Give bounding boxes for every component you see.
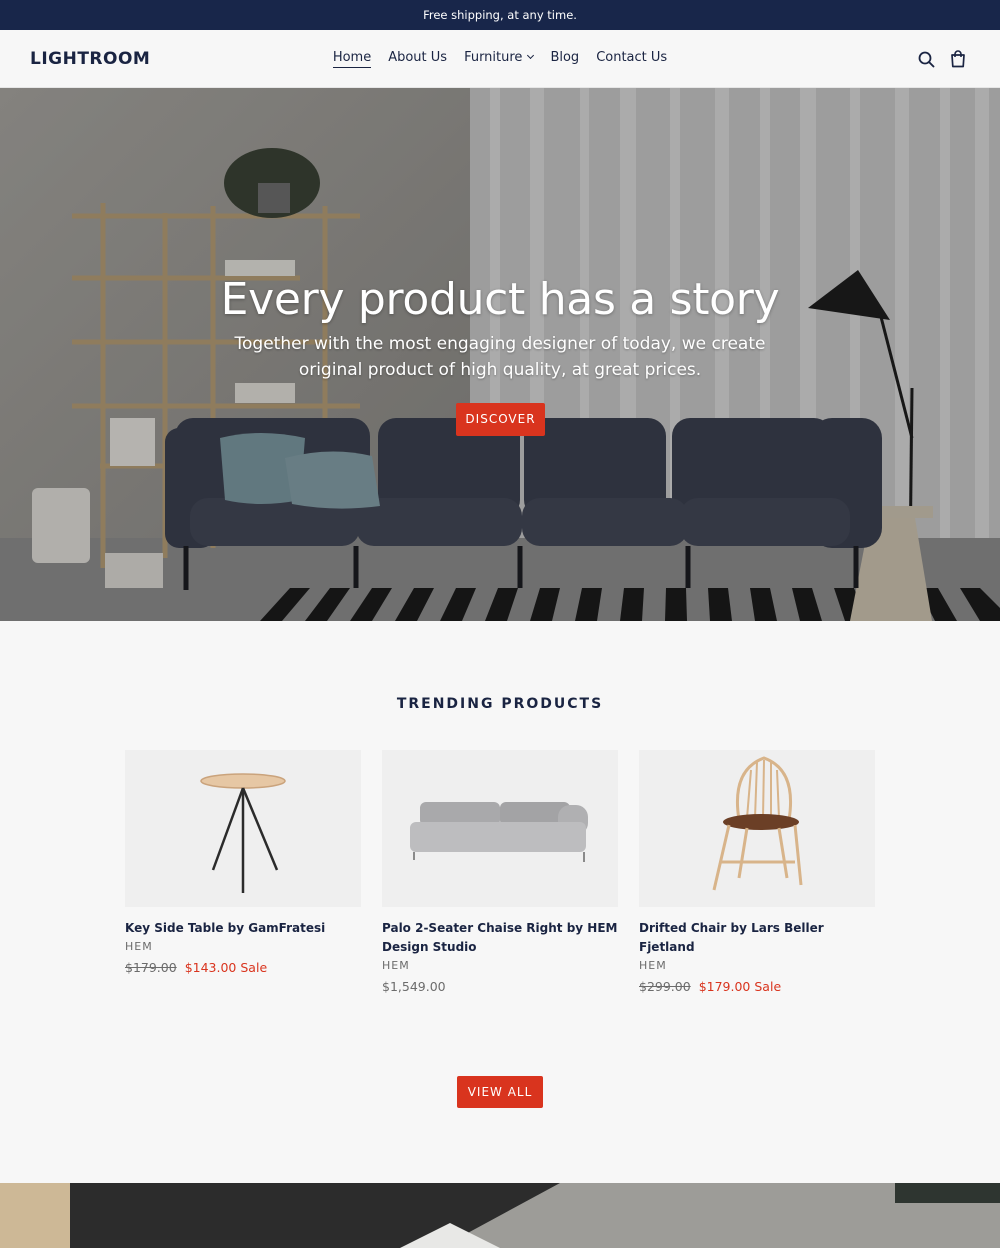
nav-furniture-label: Furniture <box>464 50 523 65</box>
sale-label: Sale <box>754 979 782 994</box>
hero-banner: Every product has a story Together with … <box>0 88 1000 621</box>
view-all-button[interactable]: VIEW ALL <box>457 1076 543 1108</box>
hero-title: Every product has a story <box>220 274 780 325</box>
main-nav: Home About Us Furniture Blog Contact Us <box>0 50 1000 68</box>
product-image[interactable] <box>639 750 875 907</box>
product-price: $1,549.00 <box>382 979 618 994</box>
featured-image <box>0 1183 1000 1248</box>
product-price: $179.00 $143.00 Sale <box>125 960 361 975</box>
nav-about-us[interactable]: About Us <box>388 50 447 68</box>
announcement-bar: Free shipping, at any time. <box>0 0 1000 30</box>
hero-content: Every product has a story Together with … <box>0 274 1000 383</box>
chair-image <box>712 756 803 891</box>
trending-products-title: TRENDING PRODUCTS <box>396 696 604 712</box>
nav-blog[interactable]: Blog <box>550 50 579 68</box>
cart-icon[interactable] <box>950 50 966 68</box>
sofa-image <box>410 802 588 862</box>
search-icon[interactable] <box>918 51 935 68</box>
nav-home[interactable]: Home <box>332 50 372 68</box>
featured-image-section <box>0 1183 1000 1248</box>
product-image[interactable] <box>382 750 618 907</box>
sale-label: Sale <box>240 960 268 975</box>
product-price: $299.00 $179.00 Sale <box>639 979 875 994</box>
side-table-image <box>200 773 286 893</box>
discover-button[interactable]: DISCOVER <box>456 403 545 436</box>
announcement-text: Free shipping, at any time. <box>423 8 577 22</box>
original-price: $179.00 <box>125 960 177 975</box>
product-card[interactable]: Drifted Chair by Lars Beller Fjetland HE… <box>639 750 875 994</box>
regular-price: $1,549.00 <box>382 979 446 994</box>
product-name[interactable]: Drifted Chair by Lars Beller Fjetland <box>639 919 875 957</box>
product-vendor: HEM <box>639 959 667 972</box>
site-header: LIGHTROOM Home About Us Furniture Blog C… <box>0 30 1000 88</box>
sale-price: $143.00 <box>184 960 237 975</box>
hero-subtitle: Together with the most engaging designer… <box>234 334 766 380</box>
product-vendor: HEM <box>382 959 410 972</box>
product-image[interactable] <box>125 750 361 907</box>
product-name[interactable]: Key Side Table by GamFratesi <box>125 919 361 938</box>
nav-furniture[interactable]: Furniture <box>464 50 535 68</box>
product-name[interactable]: Palo 2-Seater Chaise Right by HEM Design… <box>382 919 618 957</box>
product-card[interactable]: Palo 2-Seater Chaise Right by HEM Design… <box>382 750 618 994</box>
product-card[interactable]: Key Side Table by GamFratesi HEM $179.00… <box>125 750 361 975</box>
sale-price: $179.00 <box>698 979 751 994</box>
chevron-down-icon <box>527 51 535 60</box>
product-vendor: HEM <box>125 940 153 953</box>
original-price: $299.00 <box>639 979 691 994</box>
nav-contact-us[interactable]: Contact Us <box>596 50 667 68</box>
